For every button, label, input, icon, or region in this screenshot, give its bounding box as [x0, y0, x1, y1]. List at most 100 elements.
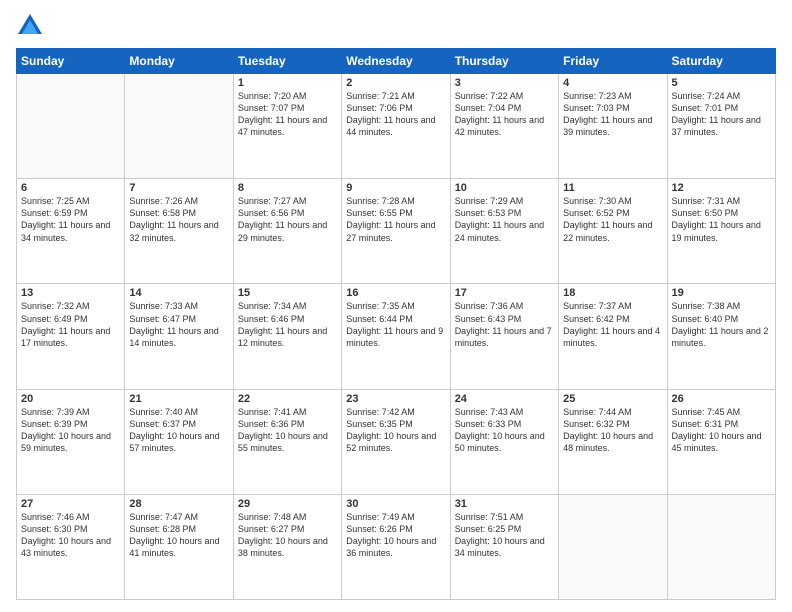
cell-info: Sunrise: 7:32 AM Sunset: 6:49 PM Dayligh… [21, 300, 120, 349]
day-number: 2 [346, 77, 445, 89]
day-number: 15 [238, 287, 337, 299]
day-number: 31 [455, 498, 554, 510]
calendar-cell: 15Sunrise: 7:34 AM Sunset: 6:46 PM Dayli… [233, 284, 341, 389]
header [16, 12, 776, 40]
calendar-cell: 10Sunrise: 7:29 AM Sunset: 6:53 PM Dayli… [450, 179, 558, 284]
calendar-cell: 5Sunrise: 7:24 AM Sunset: 7:01 PM Daylig… [667, 74, 775, 179]
calendar-cell: 11Sunrise: 7:30 AM Sunset: 6:52 PM Dayli… [559, 179, 667, 284]
calendar-cell: 23Sunrise: 7:42 AM Sunset: 6:35 PM Dayli… [342, 389, 450, 494]
calendar-cell [559, 494, 667, 599]
calendar-cell: 24Sunrise: 7:43 AM Sunset: 6:33 PM Dayli… [450, 389, 558, 494]
cell-info: Sunrise: 7:25 AM Sunset: 6:59 PM Dayligh… [21, 195, 120, 244]
page: SundayMondayTuesdayWednesdayThursdayFrid… [0, 0, 792, 612]
day-number: 28 [129, 498, 228, 510]
day-number: 10 [455, 182, 554, 194]
calendar-header-friday: Friday [559, 49, 667, 74]
cell-info: Sunrise: 7:51 AM Sunset: 6:25 PM Dayligh… [455, 511, 554, 560]
calendar-cell: 20Sunrise: 7:39 AM Sunset: 6:39 PM Dayli… [17, 389, 125, 494]
cell-info: Sunrise: 7:49 AM Sunset: 6:26 PM Dayligh… [346, 511, 445, 560]
day-number: 4 [563, 77, 662, 89]
day-number: 3 [455, 77, 554, 89]
cell-info: Sunrise: 7:48 AM Sunset: 6:27 PM Dayligh… [238, 511, 337, 560]
cell-info: Sunrise: 7:26 AM Sunset: 6:58 PM Dayligh… [129, 195, 228, 244]
calendar-cell [17, 74, 125, 179]
logo-icon [16, 12, 44, 40]
day-number: 9 [346, 182, 445, 194]
calendar-cell: 31Sunrise: 7:51 AM Sunset: 6:25 PM Dayli… [450, 494, 558, 599]
cell-info: Sunrise: 7:38 AM Sunset: 6:40 PM Dayligh… [672, 300, 771, 349]
calendar-cell: 8Sunrise: 7:27 AM Sunset: 6:56 PM Daylig… [233, 179, 341, 284]
calendar-week-3: 13Sunrise: 7:32 AM Sunset: 6:49 PM Dayli… [17, 284, 776, 389]
calendar-cell: 12Sunrise: 7:31 AM Sunset: 6:50 PM Dayli… [667, 179, 775, 284]
cell-info: Sunrise: 7:46 AM Sunset: 6:30 PM Dayligh… [21, 511, 120, 560]
day-number: 18 [563, 287, 662, 299]
calendar-cell: 16Sunrise: 7:35 AM Sunset: 6:44 PM Dayli… [342, 284, 450, 389]
calendar-header-wednesday: Wednesday [342, 49, 450, 74]
cell-info: Sunrise: 7:45 AM Sunset: 6:31 PM Dayligh… [672, 406, 771, 455]
calendar-cell: 26Sunrise: 7:45 AM Sunset: 6:31 PM Dayli… [667, 389, 775, 494]
day-number: 26 [672, 393, 771, 405]
day-number: 1 [238, 77, 337, 89]
day-number: 14 [129, 287, 228, 299]
calendar-week-5: 27Sunrise: 7:46 AM Sunset: 6:30 PM Dayli… [17, 494, 776, 599]
calendar-cell: 29Sunrise: 7:48 AM Sunset: 6:27 PM Dayli… [233, 494, 341, 599]
cell-info: Sunrise: 7:33 AM Sunset: 6:47 PM Dayligh… [129, 300, 228, 349]
calendar-cell: 28Sunrise: 7:47 AM Sunset: 6:28 PM Dayli… [125, 494, 233, 599]
cell-info: Sunrise: 7:37 AM Sunset: 6:42 PM Dayligh… [563, 300, 662, 349]
day-number: 12 [672, 182, 771, 194]
cell-info: Sunrise: 7:34 AM Sunset: 6:46 PM Dayligh… [238, 300, 337, 349]
calendar-cell: 22Sunrise: 7:41 AM Sunset: 6:36 PM Dayli… [233, 389, 341, 494]
day-number: 22 [238, 393, 337, 405]
calendar-cell: 21Sunrise: 7:40 AM Sunset: 6:37 PM Dayli… [125, 389, 233, 494]
cell-info: Sunrise: 7:27 AM Sunset: 6:56 PM Dayligh… [238, 195, 337, 244]
calendar-header-sunday: Sunday [17, 49, 125, 74]
cell-info: Sunrise: 7:39 AM Sunset: 6:39 PM Dayligh… [21, 406, 120, 455]
cell-info: Sunrise: 7:47 AM Sunset: 6:28 PM Dayligh… [129, 511, 228, 560]
day-number: 17 [455, 287, 554, 299]
day-number: 5 [672, 77, 771, 89]
calendar-cell: 9Sunrise: 7:28 AM Sunset: 6:55 PM Daylig… [342, 179, 450, 284]
day-number: 6 [21, 182, 120, 194]
cell-info: Sunrise: 7:41 AM Sunset: 6:36 PM Dayligh… [238, 406, 337, 455]
calendar-header-monday: Monday [125, 49, 233, 74]
cell-info: Sunrise: 7:20 AM Sunset: 7:07 PM Dayligh… [238, 90, 337, 139]
calendar-cell: 4Sunrise: 7:23 AM Sunset: 7:03 PM Daylig… [559, 74, 667, 179]
day-number: 25 [563, 393, 662, 405]
calendar-week-1: 1Sunrise: 7:20 AM Sunset: 7:07 PM Daylig… [17, 74, 776, 179]
calendar-cell: 7Sunrise: 7:26 AM Sunset: 6:58 PM Daylig… [125, 179, 233, 284]
cell-info: Sunrise: 7:21 AM Sunset: 7:06 PM Dayligh… [346, 90, 445, 139]
calendar-header-thursday: Thursday [450, 49, 558, 74]
cell-info: Sunrise: 7:44 AM Sunset: 6:32 PM Dayligh… [563, 406, 662, 455]
day-number: 16 [346, 287, 445, 299]
cell-info: Sunrise: 7:35 AM Sunset: 6:44 PM Dayligh… [346, 300, 445, 349]
day-number: 11 [563, 182, 662, 194]
day-number: 24 [455, 393, 554, 405]
cell-info: Sunrise: 7:36 AM Sunset: 6:43 PM Dayligh… [455, 300, 554, 349]
day-number: 30 [346, 498, 445, 510]
day-number: 13 [21, 287, 120, 299]
calendar-cell: 14Sunrise: 7:33 AM Sunset: 6:47 PM Dayli… [125, 284, 233, 389]
day-number: 27 [21, 498, 120, 510]
calendar-cell: 27Sunrise: 7:46 AM Sunset: 6:30 PM Dayli… [17, 494, 125, 599]
cell-info: Sunrise: 7:29 AM Sunset: 6:53 PM Dayligh… [455, 195, 554, 244]
calendar-cell: 18Sunrise: 7:37 AM Sunset: 6:42 PM Dayli… [559, 284, 667, 389]
calendar-cell [667, 494, 775, 599]
calendar-week-4: 20Sunrise: 7:39 AM Sunset: 6:39 PM Dayli… [17, 389, 776, 494]
calendar-cell: 6Sunrise: 7:25 AM Sunset: 6:59 PM Daylig… [17, 179, 125, 284]
day-number: 7 [129, 182, 228, 194]
day-number: 8 [238, 182, 337, 194]
cell-info: Sunrise: 7:22 AM Sunset: 7:04 PM Dayligh… [455, 90, 554, 139]
day-number: 21 [129, 393, 228, 405]
day-number: 29 [238, 498, 337, 510]
calendar-header-tuesday: Tuesday [233, 49, 341, 74]
day-number: 23 [346, 393, 445, 405]
cell-info: Sunrise: 7:42 AM Sunset: 6:35 PM Dayligh… [346, 406, 445, 455]
cell-info: Sunrise: 7:24 AM Sunset: 7:01 PM Dayligh… [672, 90, 771, 139]
calendar-cell: 25Sunrise: 7:44 AM Sunset: 6:32 PM Dayli… [559, 389, 667, 494]
logo [16, 12, 46, 40]
calendar-cell: 19Sunrise: 7:38 AM Sunset: 6:40 PM Dayli… [667, 284, 775, 389]
cell-info: Sunrise: 7:40 AM Sunset: 6:37 PM Dayligh… [129, 406, 228, 455]
calendar-cell: 30Sunrise: 7:49 AM Sunset: 6:26 PM Dayli… [342, 494, 450, 599]
cell-info: Sunrise: 7:31 AM Sunset: 6:50 PM Dayligh… [672, 195, 771, 244]
cell-info: Sunrise: 7:28 AM Sunset: 6:55 PM Dayligh… [346, 195, 445, 244]
